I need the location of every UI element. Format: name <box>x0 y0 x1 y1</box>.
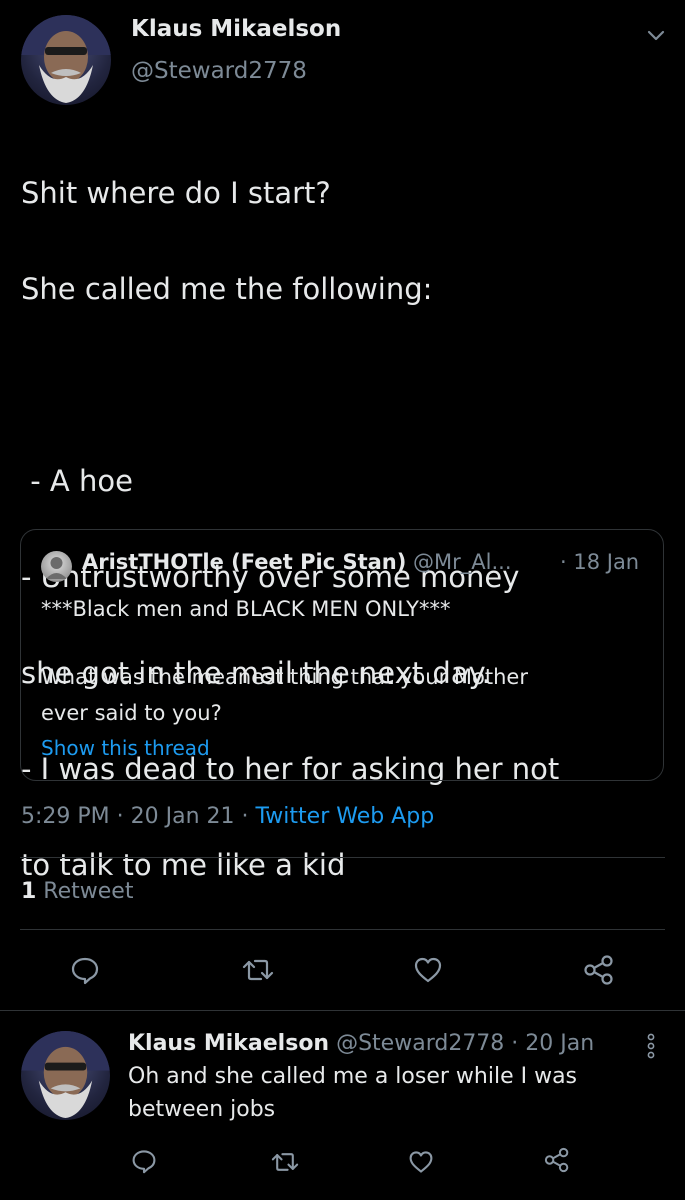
tweet-line: She called me the following: <box>21 272 433 306</box>
heart-icon[interactable] <box>413 955 443 985</box>
retweet-icon[interactable] <box>241 955 275 985</box>
chevron-down-icon[interactable] <box>645 24 667 46</box>
tweet-timestamp[interactable]: 5:29 PM · 20 Jan 21 · <box>21 804 256 829</box>
retweet-count: 1 <box>21 879 37 904</box>
reply-author-name[interactable]: Klaus Mikaelson <box>128 1031 329 1056</box>
quoted-author-name[interactable]: AristTHOTle (Feet Pic Stan) <box>82 550 406 574</box>
author-name[interactable]: Klaus Mikaelson <box>131 16 341 42</box>
quoted-text-line: What was the meanest thing that your Mot… <box>41 665 528 689</box>
reply-text-line: between jobs <box>128 1097 276 1122</box>
more-vertical-icon[interactable] <box>644 1032 658 1060</box>
show-thread-link[interactable]: Show this thread <box>41 736 210 760</box>
reply-meta[interactable]: @Steward2778 · 20 Jan <box>336 1031 594 1056</box>
retweet-icon[interactable] <box>270 1149 300 1175</box>
tweet-line <box>21 361 671 409</box>
section-divider <box>0 1010 685 1011</box>
quoted-text-line: ever said to you? <box>41 701 222 725</box>
quoted-date: · 18 Jan <box>560 550 640 574</box>
retweet-stats[interactable]: 1 Retweet <box>21 879 133 904</box>
share-icon[interactable] <box>582 953 616 987</box>
reply-avatar[interactable] <box>21 1031 110 1120</box>
divider <box>20 929 665 930</box>
reply-header: Klaus Mikaelson @Steward2778 · 20 Jan <box>128 1031 594 1056</box>
quoted-avatar <box>41 551 72 582</box>
tweet-timestamp-row: 5:29 PM · 20 Jan 21 · Twitter Web App <box>21 804 434 829</box>
quoted-header: AristTHOTle (Feet Pic Stan) @Mr_Al... <box>82 550 512 574</box>
avatar[interactable] <box>21 15 111 105</box>
tweet-source[interactable]: Twitter Web App <box>256 804 435 829</box>
quoted-author-handle[interactable]: @Mr_Al... <box>413 550 511 574</box>
retweet-label: Retweet <box>36 879 134 904</box>
divider <box>20 857 665 858</box>
comment-icon[interactable] <box>70 955 100 985</box>
tweet-line: - A hoe <box>21 464 133 498</box>
share-icon[interactable] <box>543 1146 571 1174</box>
author-handle[interactable]: @Steward2778 <box>131 58 307 84</box>
reply-text-line: Oh and she called me a loser while I was <box>128 1064 578 1089</box>
tweet-line: Shit where do I start? <box>21 176 331 210</box>
heart-icon[interactable] <box>408 1149 434 1175</box>
comment-icon[interactable] <box>131 1148 157 1174</box>
quoted-text-line: ***Black men and BLACK MEN ONLY*** <box>41 597 451 621</box>
